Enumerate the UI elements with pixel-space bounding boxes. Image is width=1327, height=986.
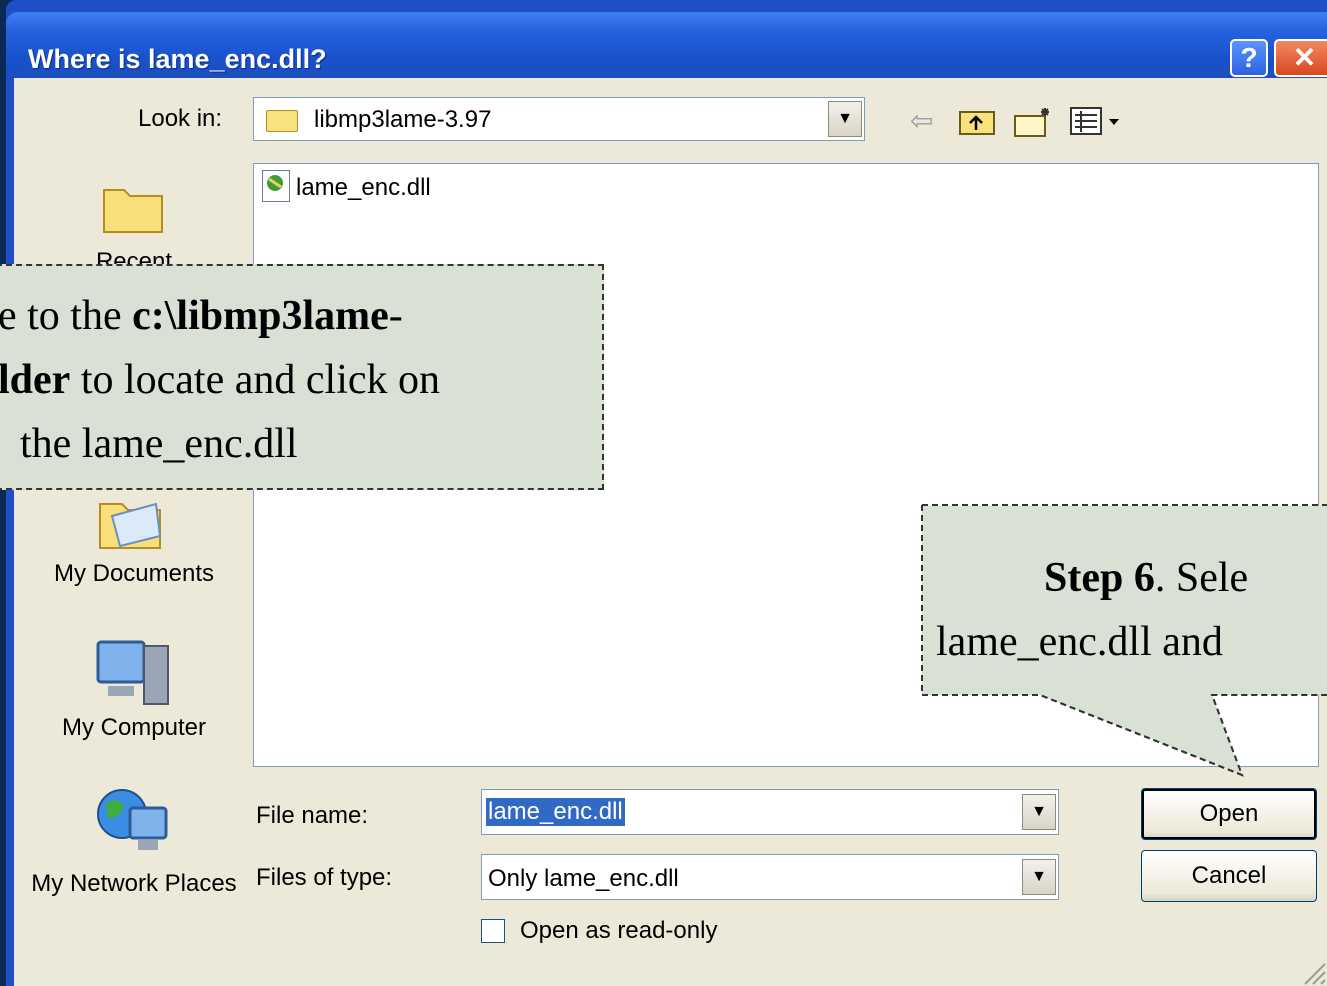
help-button[interactable]: ? [1230, 39, 1268, 77]
read-only-label[interactable]: Open as read-only [520, 917, 717, 945]
look-in-combo[interactable]: libmp3lame-3.97 ▼ [253, 97, 865, 141]
title-bar[interactable]: Where is lame_enc.dll? ? ✕ [6, 12, 1327, 78]
read-only-checkbox[interactable] [481, 919, 505, 943]
chevron-down-icon[interactable]: ▼ [1022, 794, 1056, 830]
callout-right-line1: Step 6. Sele [1044, 555, 1249, 601]
look-in-label: Look in: [138, 105, 223, 132]
new-folder-icon[interactable] [1013, 104, 1055, 138]
open-button[interactable]: Open [1141, 788, 1317, 840]
callout-left: e to the c:\libmp3lame- lder to locate a… [0, 264, 604, 490]
chevron-down-icon[interactable]: ▼ [828, 101, 862, 137]
dll-file-icon [262, 170, 290, 202]
network-places-icon[interactable] [94, 784, 174, 862]
close-button[interactable]: ✕ [1274, 39, 1327, 77]
folder-icon [266, 110, 298, 132]
file-name-combo[interactable]: lame_enc.dll ▼ [481, 789, 1059, 835]
place-my-computer[interactable]: My Computer [24, 714, 244, 742]
file-name-input[interactable]: lame_enc.dll [486, 798, 625, 826]
file-item-lame-enc[interactable]: lame_enc.dll [296, 174, 431, 202]
file-name-label: File name: [256, 802, 369, 829]
look-in-value: libmp3lame-3.97 [314, 106, 492, 133]
recent-folder-icon[interactable] [100, 180, 166, 236]
place-my-network[interactable]: My Network Places [24, 868, 244, 899]
back-arrow-icon[interactable]: ⇦ [910, 104, 933, 137]
callout-left-line2: lder to locate and click on [0, 357, 441, 403]
file-type-combo[interactable]: Only lame_enc.dll ▼ [481, 854, 1059, 900]
view-menu-icon[interactable] [1069, 106, 1127, 136]
callout-left-line1: e to the c:\libmp3lame- [0, 293, 403, 339]
place-my-documents[interactable]: My Documents [24, 560, 244, 588]
my-documents-icon[interactable] [96, 490, 168, 554]
my-computer-icon[interactable] [94, 636, 174, 712]
cancel-button[interactable]: Cancel [1141, 850, 1317, 902]
resize-grip-icon[interactable] [1297, 956, 1327, 986]
callout-left-line3: the lame_enc.dll [20, 421, 298, 467]
chevron-down-icon[interactable]: ▼ [1022, 859, 1056, 895]
dialog-title: Where is lame_enc.dll? [28, 44, 327, 74]
up-folder-icon[interactable] [958, 106, 998, 136]
callout-right-line2: lame_enc.dll and [936, 619, 1223, 665]
file-type-value: Only lame_enc.dll [488, 865, 679, 892]
file-type-label: Files of type: [256, 864, 393, 891]
